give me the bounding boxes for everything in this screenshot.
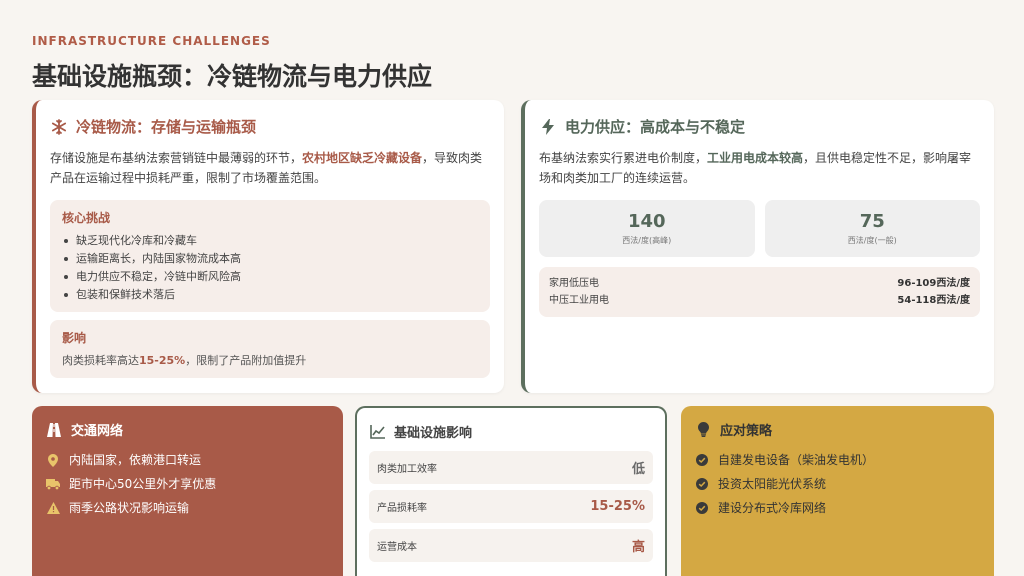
lightbulb-icon [695,422,711,438]
list-item: 建设分布式冷库网络 [695,496,980,520]
truck-icon [46,477,60,491]
power-paragraph: 布基纳法索实行累进电价制度，工业用电成本较高，且供电稳定性不足，影响屠宰场和肉类… [539,148,980,188]
list-item-text: 内陆国家，依赖港口转运 [69,453,202,467]
snowflake-icon [50,118,68,136]
row-value: 15-25% [590,499,645,514]
table-row: 肉类加工效率 低 [369,451,653,484]
strategy-card: 应对策略 自建发电设备（柴油发电机） 投资太阳能光伏系统 建设分布式冷库网络 [681,406,994,576]
price-row: 家用低压电 96-109西法/度 [549,275,970,292]
list-item-text: 包装和保鲜技术落后 [76,288,175,301]
page-title: 基础设施瓶颈：冷链物流与电力供应 [32,62,433,91]
impact-text-start: 肉类损耗率高达 [62,354,139,367]
stat-unit: 西法/度(高峰) [622,236,672,245]
check-circle-icon [695,453,709,467]
infra-impact-card: 基础设施影响 肉类加工效率 低 产品损耗率 15-25% 运营成本 高 [355,406,667,576]
cold-chain-para-text: 存储设施是布基纳法索营销链中最薄弱的环节， [50,151,303,165]
strategy-title: 应对策略 [720,424,773,439]
warning-icon [46,501,60,515]
transport-list: 内陆国家，依赖港口转运 距市中心50公里外才享优惠 雨季公路状况影响运输 [46,448,329,520]
cold-chain-title: 冷链物流：存储与运输瓶颈 [76,118,257,136]
list-item-text: 缺乏现代化冷库和冷藏车 [76,234,197,247]
row-label: 产品损耗率 [377,503,427,514]
eyebrow-label: INFRASTRUCTURE CHALLENGES [32,34,271,48]
list-item: 自建发电设备（柴油发电机） [695,448,980,472]
location-pin-icon [46,453,60,467]
core-challenges-title: 核心挑战 [62,211,111,225]
transport-title: 交通网络 [71,424,124,439]
impact-text: 肉类损耗率高达15-25%，限制了产品附加值提升 [62,352,478,368]
transport-header: 交通网络 [46,420,329,439]
infra-impact-list: 肉类加工效率 低 产品损耗率 15-25% 运营成本 高 [369,451,653,562]
price-value: 96-109西法/度 [897,278,970,289]
list-item: 投资太阳能光伏系统 [695,472,980,496]
impact-text-end: ，限制了产品附加值提升 [185,354,307,367]
cold-chain-card: 冷链物流：存储与运输瓶颈 存储设施是布基纳法索营销链中最薄弱的环节，农村地区缺乏… [32,100,504,393]
list-item-text: 电力供应不稳定，冷链中断风险高 [76,270,241,283]
core-challenges-box: 核心挑战 缺乏现代化冷库和冷藏车 运输距离长，内陆国家物流成本高 电力供应不稳定… [50,200,490,312]
cold-chain-paragraph: 存储设施是布基纳法索营销链中最薄弱的环节，农村地区缺乏冷藏设备，导致肉类产品在运… [50,148,490,188]
stat-normal: 75 西法/度(一般) [764,200,980,257]
impact-title: 影响 [62,331,87,345]
power-card: 电力供应：高成本与不稳定 布基纳法索实行累进电价制度，工业用电成本较高，且供电稳… [521,100,994,393]
table-row: 运营成本 高 [369,529,653,562]
price-value: 54-118西法/度 [897,295,970,306]
list-item: 雨季公路状况影响运输 [46,496,329,520]
list-item-text: 距市中心50公里外才享优惠 [69,477,217,491]
check-circle-icon [695,477,709,491]
power-title: 电力供应：高成本与不稳定 [565,118,746,136]
list-item-text: 雨季公路状况影响运输 [69,501,190,515]
list-item: 距市中心50公里外才享优惠 [46,472,329,496]
price-list: 家用低压电 96-109西法/度 中压工业用电 54-118西法/度 [539,267,980,317]
list-item: 运输距离长，内陆国家物流成本高 [62,250,478,268]
check-circle-icon [695,501,709,515]
list-item: 内陆国家，依赖港口转运 [46,448,329,472]
stat-value: 140 [627,211,666,232]
list-item: 电力供应不稳定，冷链中断风险高 [62,268,478,286]
list-item: 包装和保鲜技术落后 [62,286,478,304]
list-item-text: 运输距离长，内陆国家物流成本高 [76,252,241,265]
impact-box: 影响 肉类损耗率高达15-25%，限制了产品附加值提升 [50,320,490,378]
strategy-list: 自建发电设备（柴油发电机） 投资太阳能光伏系统 建设分布式冷库网络 [695,448,980,520]
line-chart-icon [369,424,385,440]
road-icon [46,422,62,438]
row-value: 低 [631,462,645,477]
power-header: 电力供应：高成本与不稳定 [539,116,980,137]
row-label: 肉类加工效率 [377,464,437,475]
stat-unit: 西法/度(一般) [847,236,897,245]
power-para-text: 布基纳法索实行累进电价制度， [539,151,708,165]
stat-peak: 140 西法/度(高峰) [539,200,755,257]
infra-impact-title: 基础设施影响 [394,426,473,441]
cold-chain-para-highlight: 农村地区缺乏冷藏设备 [302,151,423,165]
impact-value: 15-25% [139,354,186,367]
transport-card: 交通网络 内陆国家，依赖港口转运 距市中心50公里外才享优惠 雨季公路状况影响运… [32,406,343,576]
list-item-text: 建设分布式冷库网络 [718,501,827,515]
list-item: 缺乏现代化冷库和冷藏车 [62,232,478,250]
stat-value: 75 [859,211,885,232]
table-row: 产品损耗率 15-25% [369,490,653,523]
power-stats: 140 西法/度(高峰) 75 西法/度(一般) [539,200,980,257]
price-label: 家用低压电 [549,278,599,289]
lightning-icon [539,118,557,136]
cold-chain-header: 冷链物流：存储与运输瓶颈 [50,116,490,137]
price-label: 中压工业用电 [549,295,609,306]
list-item-text: 投资太阳能光伏系统 [718,477,827,491]
row-value: 高 [631,540,645,555]
power-para-highlight: 工业用电成本较高 [707,151,804,165]
price-row: 中压工业用电 54-118西法/度 [549,292,970,309]
row-label: 运营成本 [377,542,417,553]
list-item-text: 自建发电设备（柴油发电机） [718,453,875,467]
infra-impact-header: 基础设施影响 [369,422,653,441]
strategy-header: 应对策略 [695,420,980,439]
